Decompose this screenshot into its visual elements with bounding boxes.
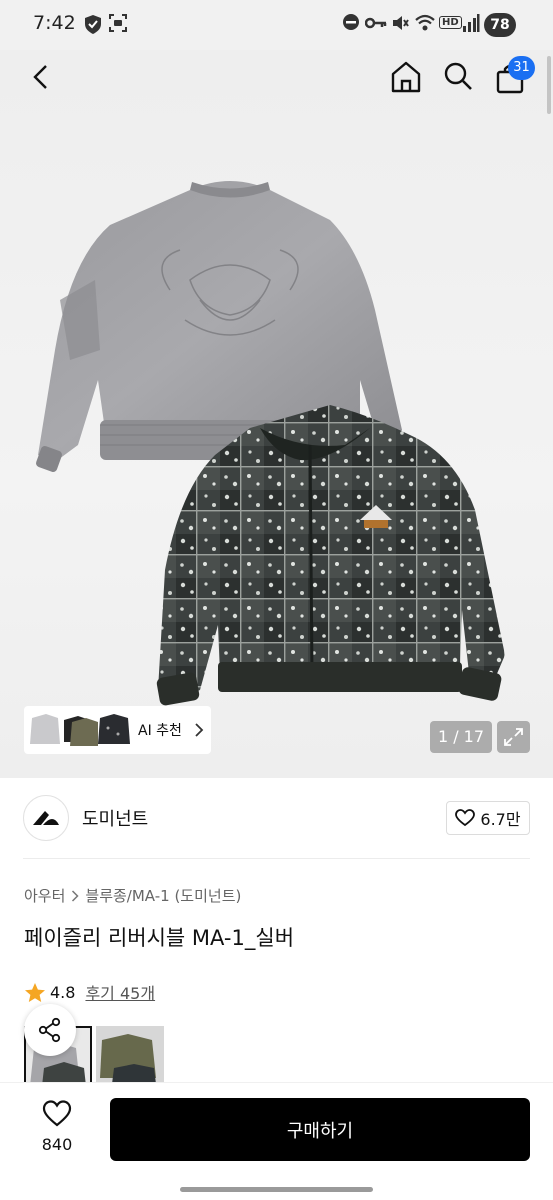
product-title: 페이즐리 리버시블 MA-1_실버	[24, 926, 295, 950]
brand-like-count: 6.7만	[480, 810, 521, 829]
search-icon	[444, 62, 472, 90]
ai-recommend-thumbnails	[30, 714, 130, 746]
heart-icon	[42, 1100, 72, 1127]
hd-badge: HD	[439, 16, 462, 29]
status-time: 7:42	[33, 12, 76, 34]
share-icon	[38, 1017, 61, 1043]
brand-like-button[interactable]: 6.7만	[446, 801, 530, 835]
brand-logo-icon	[33, 811, 59, 825]
expand-image-button[interactable]	[497, 721, 530, 753]
cart-count-badge: 31	[508, 56, 535, 80]
star-icon	[25, 982, 45, 1002]
ai-recommend-label: AI 추천	[138, 723, 182, 739]
buy-button[interactable]: 구매하기	[110, 1098, 530, 1161]
gesture-bar[interactable]	[180, 1187, 373, 1192]
battery-indicator: 78	[484, 13, 516, 37]
brand-name[interactable]: 도미넌트	[82, 805, 148, 831]
breadcrumb-item-outer[interactable]: 아우터	[24, 885, 65, 906]
review-count-link[interactable]: 후기 45개	[85, 980, 155, 1004]
divider	[23, 858, 530, 859]
home-button[interactable]	[388, 58, 424, 96]
signal-icon	[463, 14, 480, 32]
do-not-disturb-icon	[343, 14, 359, 30]
breadcrumb: 아우터 블루종/MA-1 (도미넌트)	[24, 885, 241, 906]
chevron-right-icon	[72, 889, 79, 902]
rating-row: 4.8 후기 45개	[24, 980, 155, 1004]
ai-recommend-chip[interactable]: AI 추천	[24, 706, 211, 754]
chevron-left-icon	[33, 65, 47, 89]
status-bar: 7:42 HD 78	[0, 0, 553, 50]
back-button[interactable]	[24, 60, 58, 94]
scrollbar[interactable]	[547, 56, 551, 114]
heart-icon	[455, 809, 476, 827]
wishlist-button[interactable]: 840	[24, 1100, 90, 1154]
home-icon	[391, 61, 421, 93]
color-option-khaki[interactable]	[96, 1026, 164, 1084]
screen-capture-icon	[109, 14, 127, 32]
product-gallery[interactable]: 31 AI 추천 1 / 17	[0, 50, 553, 778]
expand-icon	[504, 728, 523, 746]
rating-value: 4.8	[50, 982, 76, 1002]
image-counter: 1 / 17	[430, 721, 492, 753]
search-button[interactable]	[440, 58, 476, 94]
mute-icon	[393, 16, 409, 30]
chevron-right-icon	[195, 723, 204, 737]
product-image	[36, 181, 505, 706]
wishlist-count: 840	[41, 1135, 73, 1154]
breadcrumb-item-category[interactable]: 블루종/MA-1 (도미넌트)	[85, 885, 241, 906]
shield-icon	[85, 15, 101, 34]
key-icon	[365, 17, 387, 29]
brand-logo[interactable]	[23, 795, 69, 841]
thumbnail-image	[100, 1034, 156, 1084]
wifi-icon	[415, 14, 435, 31]
share-button[interactable]	[24, 1004, 76, 1056]
